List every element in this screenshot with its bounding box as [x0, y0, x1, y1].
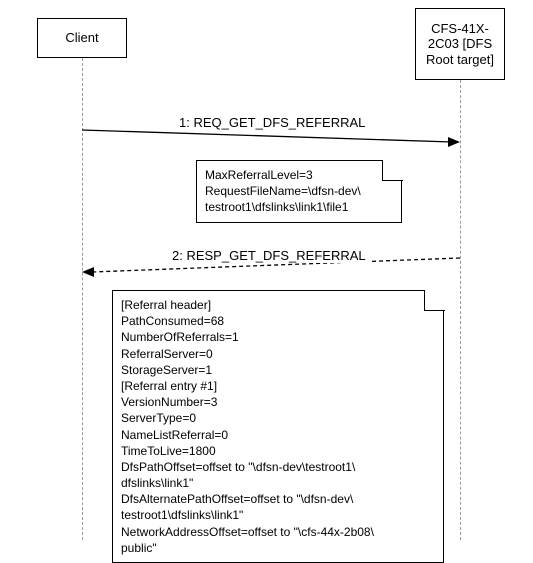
note2-l7: ServerType=0 — [121, 410, 435, 426]
actor-client: Client — [37, 18, 127, 58]
actor-client-label: Client — [65, 30, 98, 46]
note2-l1: PathConsumed=68 — [121, 313, 435, 329]
note1-l2: testroot1\dfslinks\link1\file1 — [205, 199, 393, 215]
note2-l11: dfslinks\link1" — [121, 475, 435, 491]
actor-server: CFS-41X-2C03 [DFS Root target] — [415, 8, 505, 80]
note2-l12: DfsAlternatePathOffset=offset to "\dfsn-… — [121, 491, 435, 507]
note1-l0: MaxReferralLevel=3 — [205, 167, 393, 183]
msg-req-label: 1: REQ_GET_DFS_REFERRAL — [175, 115, 369, 130]
note2-l14: NetworkAddressOffset=offset to "\cfs-44x… — [121, 524, 435, 540]
note2-l5: [Referral entry #1] — [121, 378, 435, 394]
actor-server-label: CFS-41X-2C03 [DFS Root target] — [420, 21, 500, 68]
lifeline-server — [460, 80, 461, 540]
note-request: MaxReferralLevel=3 RequestFileName=\dfsn… — [196, 160, 402, 223]
note-response: [Referral header] PathConsumed=68 Number… — [112, 290, 444, 563]
note2-l3: ReferralServer=0 — [121, 346, 435, 362]
note2-l6: VersionNumber=3 — [121, 394, 435, 410]
note-fold-icon — [424, 290, 445, 311]
note2-l0: [Referral header] — [121, 297, 435, 313]
note1-l1: RequestFileName=\dfsn-dev\ — [205, 183, 393, 199]
sequence-diagram: Client CFS-41X-2C03 [DFS Root target] 1:… — [0, 0, 533, 548]
note2-l4: StorageServer=1 — [121, 362, 435, 378]
note-fold-icon — [382, 160, 403, 181]
note2-l9: TimeToLive=1800 — [121, 443, 435, 459]
note2-l10: DfsPathOffset=offset to "\dfsn-dev\testr… — [121, 459, 435, 475]
note2-l13: testroot1\dfslinks\link1" — [121, 507, 435, 523]
msg-resp-label: 2: RESP_GET_DFS_REFERRAL — [168, 248, 370, 263]
note2-l8: NameListReferral=0 — [121, 427, 435, 443]
note2-l2: NumberOfReferrals=1 — [121, 329, 435, 345]
